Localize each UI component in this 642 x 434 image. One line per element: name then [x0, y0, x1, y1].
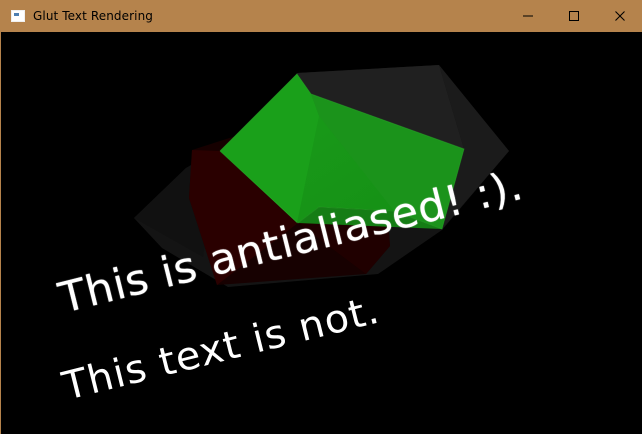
- close-button[interactable]: [597, 0, 642, 32]
- application-window: Glut Text Rendering This is antialiased!…: [0, 0, 642, 434]
- opengl-canvas[interactable]: This is antialiased! :). This text is no…: [1, 32, 642, 434]
- window-controls: [505, 0, 642, 32]
- maximize-button[interactable]: [551, 0, 597, 32]
- close-icon: [615, 11, 625, 21]
- minimize-icon: [523, 15, 533, 17]
- maximize-icon: [569, 11, 579, 21]
- title-bar: Glut Text Rendering: [1, 0, 642, 32]
- app-window-icon: [11, 10, 25, 22]
- window-title: Glut Text Rendering: [33, 9, 154, 23]
- minimize-button[interactable]: [505, 0, 551, 32]
